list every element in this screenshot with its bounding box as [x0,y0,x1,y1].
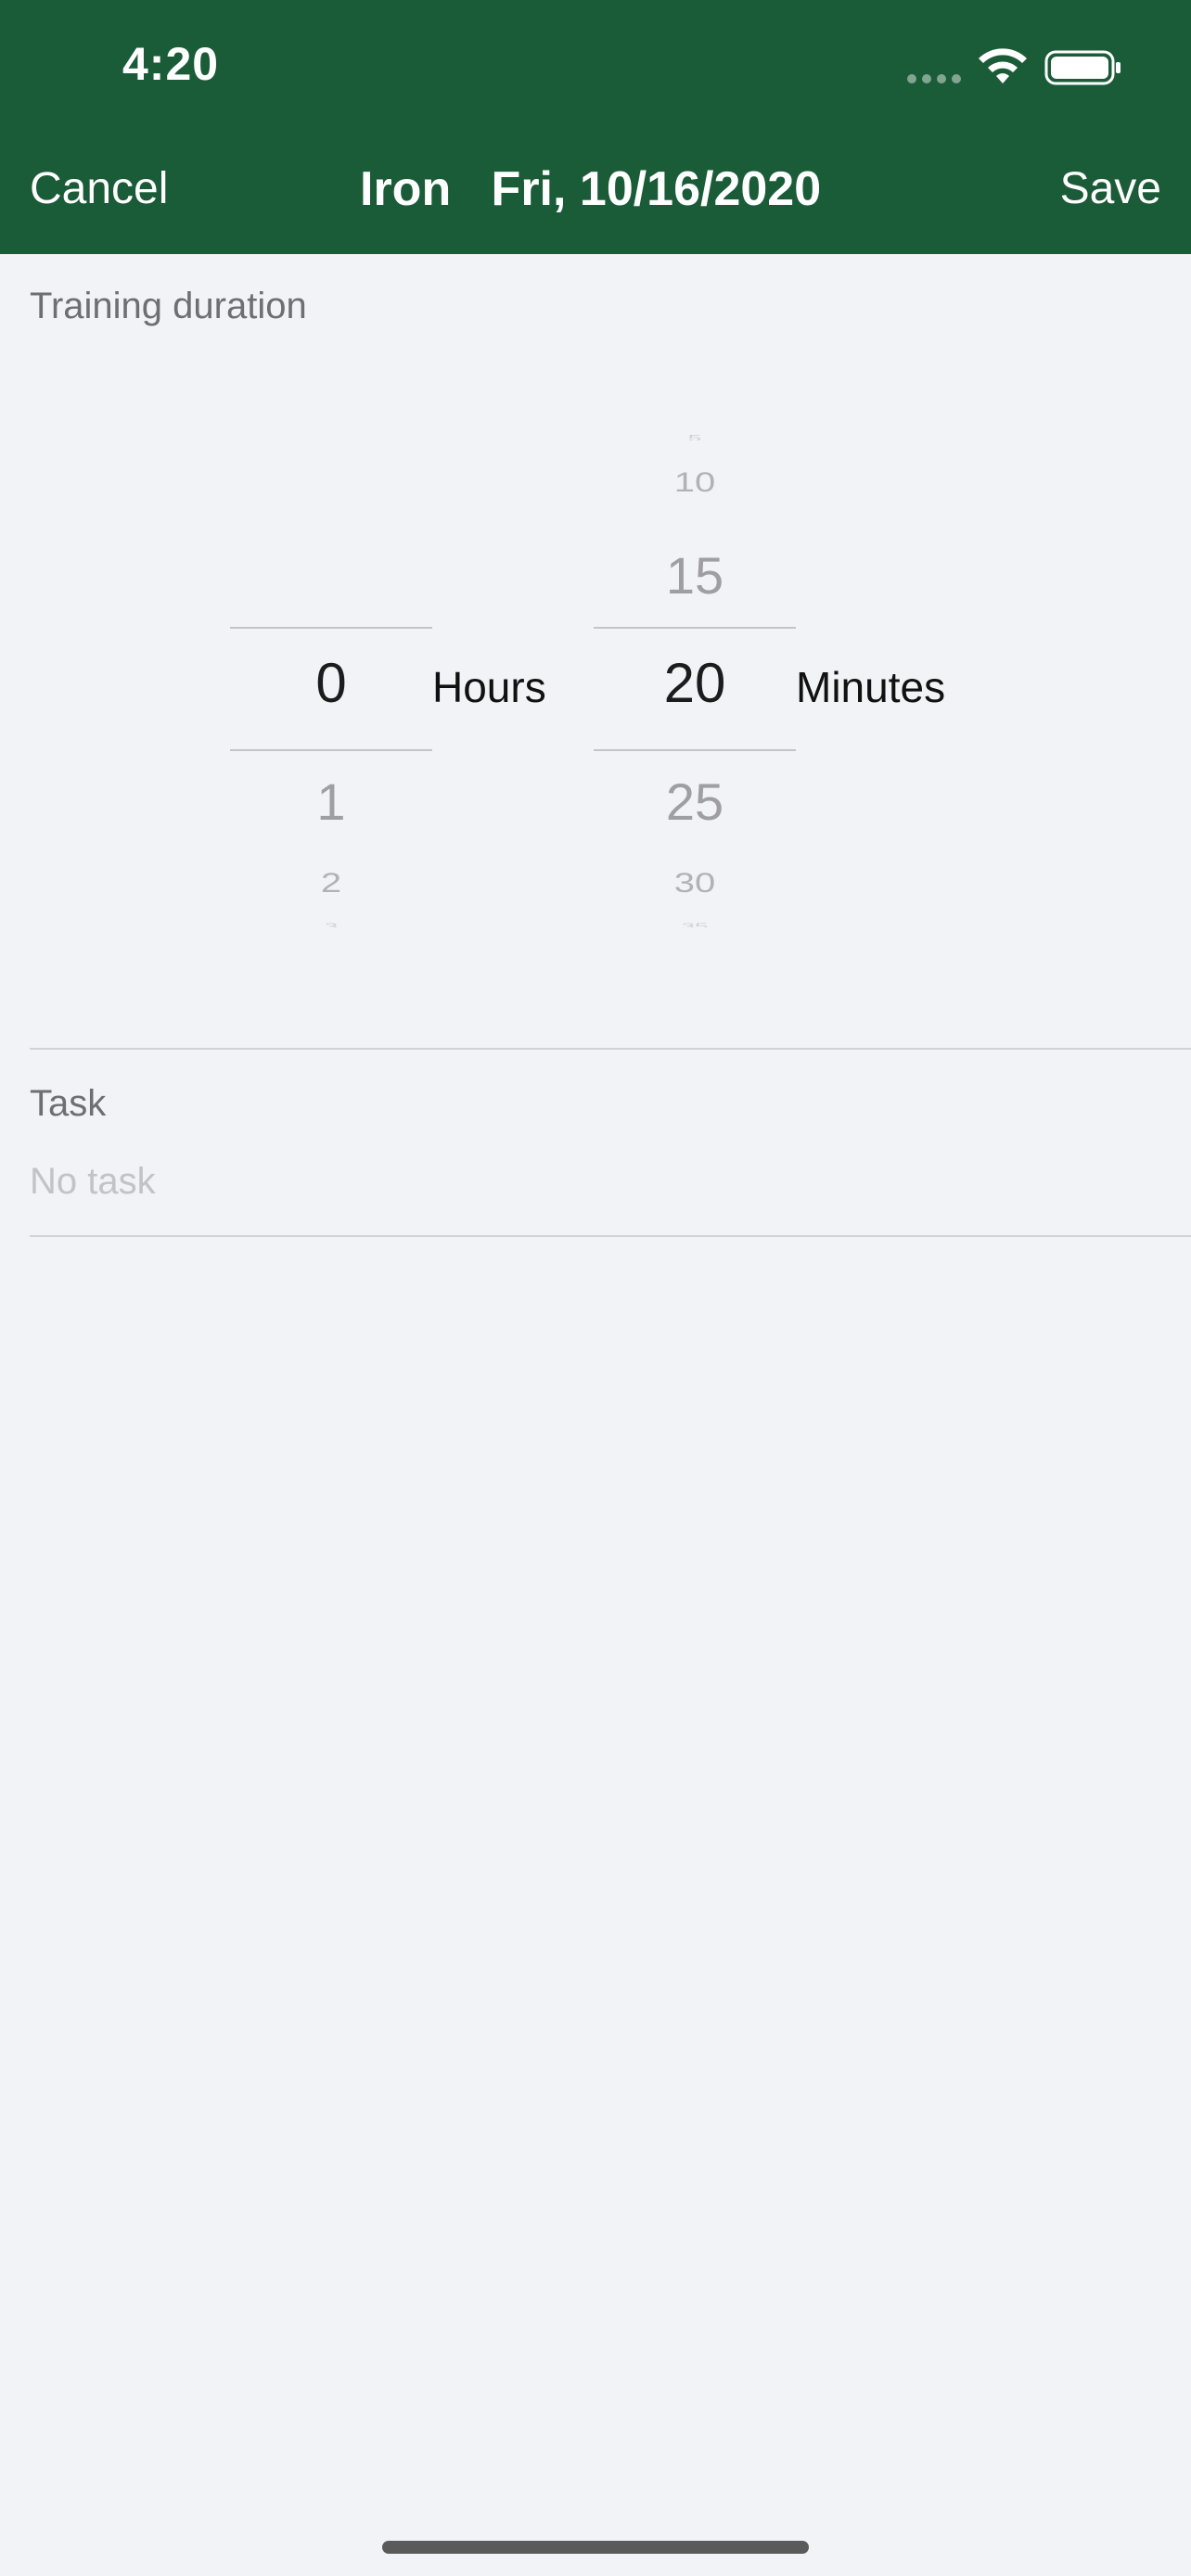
cancel-button[interactable]: Cancel [30,163,168,214]
minutes-selection-top-line [594,627,796,629]
minutes-selected-value: 20 [663,652,726,714]
wifi-icon [979,48,1027,83]
status-time: 4:20 [122,38,220,90]
hours-option[interactable]: 2 [230,868,432,899]
hours-unit-label: Hours [432,663,546,711]
task-field[interactable]: No task [30,1161,156,1203]
task-label: Task [30,1083,107,1124]
hours-selection-top-line [230,627,432,629]
minutes-option[interactable]: 10 [594,467,796,499]
duration-picker[interactable]: 0 1 2 3 Hours 5 10 15 20 25 30 35 Minute… [0,408,1191,955]
hours-selected-value: 0 [315,652,347,714]
training-duration-label: Training duration [30,286,307,326]
section-divider [30,1048,1191,1050]
minutes-option[interactable]: 25 [594,772,796,832]
page-title: Iron Fri, 10/16/2020 [360,162,822,216]
navigation-header: 4:20 Cancel Iron Fri, 10/16/2020 Save [0,0,1191,254]
hours-selection-bottom-line [230,749,432,751]
minutes-option[interactable]: 15 [594,545,796,606]
minutes-selection-bottom-line [594,749,796,751]
minutes-option[interactable]: 5 [594,433,796,440]
section-divider [30,1235,1191,1237]
battery-icon [1044,50,1121,85]
minutes-option[interactable]: 30 [594,868,796,899]
minutes-unit-label: Minutes [796,663,946,711]
minutes-option[interactable]: 35 [594,922,796,927]
cellular-signal-icon [907,74,963,83]
save-button[interactable]: Save [1060,163,1161,214]
hours-option[interactable]: 3 [230,922,432,927]
home-indicator[interactable] [382,2541,809,2554]
hours-option[interactable]: 1 [230,772,432,832]
